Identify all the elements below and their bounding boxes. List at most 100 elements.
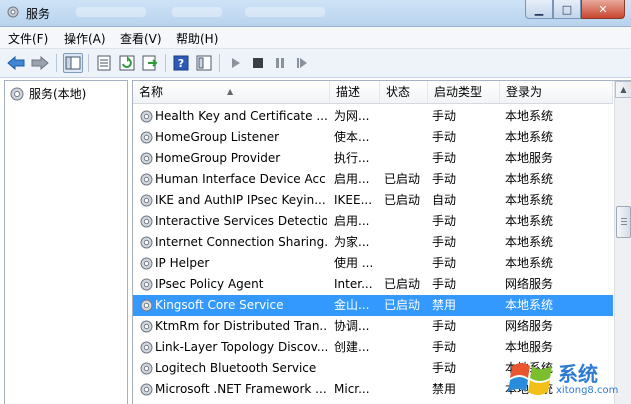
service-description: Micr... [334, 382, 370, 396]
service-name: HomeGroup Provider [155, 151, 281, 165]
back-button[interactable] [6, 53, 26, 73]
column-header-name[interactable]: 名称 ▲ [133, 81, 330, 103]
show-tree-icon [65, 56, 81, 70]
pause-service-button[interactable] [270, 53, 290, 73]
grip-line [621, 218, 627, 219]
service-status [384, 253, 428, 274]
restart-service-button[interactable] [292, 53, 312, 73]
service-description: 使用 ... [334, 256, 374, 270]
service-logon-as: 本地系统 [505, 193, 554, 207]
show-tree-button[interactable] [63, 53, 83, 73]
service-status: 已启动 [384, 277, 421, 291]
refresh-button[interactable] [117, 53, 137, 73]
service-logon-as: 本地系统 [505, 109, 554, 123]
service-row[interactable]: KtmRm for Distributed Tran... 协调... 手动 网络服务 [133, 316, 613, 337]
service-status: 已启动 [384, 193, 421, 207]
service-status [384, 232, 428, 253]
export-button[interactable] [140, 53, 160, 73]
service-logon-as: 本地系统 [505, 130, 554, 144]
service-status [384, 337, 428, 358]
service-gear-icon [140, 383, 153, 396]
refresh-icon [119, 55, 135, 71]
watermark-url: xitong8.com [556, 385, 619, 396]
start-service-button[interactable] [226, 53, 246, 73]
view-button[interactable] [194, 53, 214, 73]
minimize-icon: ▁ [534, 2, 544, 16]
properties-icon [97, 55, 111, 71]
service-row[interactable]: Kingsoft Core Service 金山... 已启动 禁用 本地系统 [133, 295, 613, 316]
menu-file[interactable]: 文件(F) [8, 30, 48, 47]
service-status [384, 127, 428, 148]
service-startup-type: 手动 [432, 277, 457, 291]
toolbar-separator [88, 54, 89, 72]
service-row[interactable]: IPsec Policy Agent Inter... 已启动 手动 网络服务 [133, 274, 613, 295]
menu-help[interactable]: 帮助(H) [176, 30, 218, 47]
help-button[interactable]: ? [171, 53, 191, 73]
maximize-icon: □ [561, 2, 573, 16]
maximize-button[interactable]: □ [553, 0, 581, 19]
tree-item-services-local[interactable]: 服务(本地) [9, 85, 86, 102]
service-name: Link-Layer Topology Discov... [155, 340, 327, 354]
menu-action[interactable]: 操作(A) [64, 30, 106, 47]
service-logon-as: 网络服务 [505, 277, 554, 291]
stop-service-button[interactable] [248, 53, 268, 73]
service-startup-type: 禁用 [432, 382, 457, 396]
service-startup-type: 手动 [432, 256, 457, 270]
service-description: 金山... [334, 298, 370, 312]
toolbar-separator [56, 54, 57, 72]
service-startup-type: 手动 [432, 172, 457, 186]
service-description: 为网... [334, 109, 370, 123]
scroll-up-button[interactable]: ▲ [615, 81, 631, 98]
forward-button[interactable] [30, 53, 50, 73]
toolbar: ? [0, 49, 631, 78]
column-header-startup[interactable]: 启动类型 [428, 81, 500, 103]
properties-button[interactable] [94, 53, 114, 73]
service-name: IKE and AuthIP IPsec Keyin... [155, 193, 326, 207]
service-startup-type: 手动 [432, 361, 457, 375]
title-blur [76, 7, 146, 17]
column-header-desc[interactable]: 描述 [330, 81, 380, 103]
service-description: 启用... [334, 214, 370, 228]
column-header-label: 描述 [336, 85, 361, 99]
service-gear-icon [140, 341, 153, 354]
column-header-logon[interactable]: 登录为 [500, 81, 613, 103]
minimize-button[interactable]: ▁ [525, 0, 553, 19]
service-status [384, 379, 428, 400]
service-row[interactable]: Human Interface Device Acc... 启用... 已启动 手动 本… [133, 169, 613, 190]
menu-view[interactable]: 查看(V) [120, 30, 162, 47]
service-gear-icon [140, 152, 153, 165]
service-status [384, 316, 428, 337]
service-row[interactable]: HomeGroup Provider 执行... 手动 本地服务 [133, 148, 613, 169]
column-header-label: 登录为 [506, 85, 543, 99]
service-description: Inter... [334, 277, 373, 291]
service-row[interactable]: IP Helper 使用 ... 手动 本地系统 [133, 253, 613, 274]
arrow-up-icon: ▲ [620, 85, 627, 94]
service-row[interactable]: Health Key and Certificate ... 为网... 手动 本地系… [133, 106, 613, 127]
service-name: HomeGroup Listener [155, 130, 280, 144]
service-gear-icon [140, 236, 153, 249]
service-status [384, 358, 428, 379]
service-description: 创建... [334, 340, 370, 354]
service-description: IKEE... [334, 193, 373, 207]
help-icon: ? [173, 55, 189, 71]
service-gear-icon [140, 215, 153, 228]
service-startup-type: 手动 [432, 319, 457, 333]
service-row[interactable]: IKE and AuthIP IPsec Keyin... IKEE... 已启动自… [133, 190, 613, 211]
close-button[interactable]: ✕ [581, 0, 625, 19]
grip-line [621, 221, 627, 222]
scroll-thumb[interactable] [616, 206, 631, 238]
tree-pane: 服务(本地) [4, 80, 128, 404]
list-header: 名称 ▲ 描述 状态 启动类型 登录为 [133, 81, 613, 104]
service-status [384, 148, 428, 169]
title-bar: 服务 ▁ □ ✕ [0, 0, 631, 27]
svg-text:?: ? [178, 57, 184, 70]
pause-icon [276, 58, 284, 68]
service-row[interactable]: Interactive Services Detection 启用... 手动 本地系… [133, 211, 613, 232]
service-name: KtmRm for Distributed Tran... [155, 319, 327, 333]
service-row[interactable]: Internet Connection Sharing... 为家... 手动 本地系… [133, 232, 613, 253]
sort-up-icon: ▲ [227, 87, 234, 96]
service-row[interactable]: HomeGroup Listener 使本... 手动 本地系统 [133, 127, 613, 148]
toolbar-separator [165, 54, 166, 72]
service-description: 使本... [334, 130, 370, 144]
column-header-state[interactable]: 状态 [380, 81, 428, 103]
